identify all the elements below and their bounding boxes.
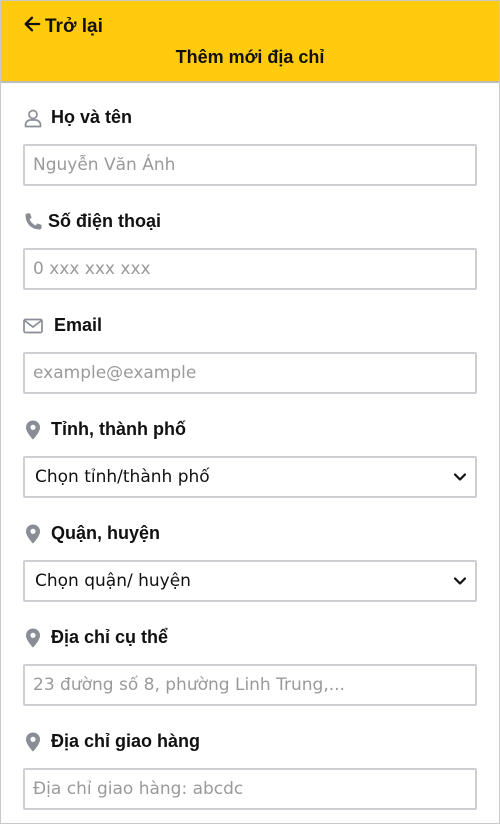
- email-label-text: Email: [54, 315, 103, 335]
- shipping-placeholder: Địa chỉ giao hàng: abcdc: [33, 779, 244, 799]
- phone-label: Số điện thoại: [23, 211, 161, 232]
- shipping-field-group: Địa chỉ giao hàng Địa chỉ giao hàng: abc…: [23, 707, 477, 811]
- shipping-address-input[interactable]: Địa chỉ giao hàng: abcdc: [23, 768, 477, 810]
- page-title: Thêm mới địa chỉ: [175, 47, 325, 67]
- name-placeholder: Nguyễn Văn Ánh: [33, 155, 176, 175]
- arrow-left-icon: [23, 15, 41, 39]
- name-input[interactable]: Nguyễn Văn Ánh: [23, 144, 477, 186]
- district-label-text: Quận, huyện: [51, 523, 161, 543]
- app-frame: Trở lại Thêm mới địa chỉ Họ và tên Nguyễ…: [0, 0, 500, 824]
- province-field-group: Tỉnh, thành phố Chọn tỉnh/thành phố: [23, 395, 477, 499]
- email-input[interactable]: example@example: [23, 352, 477, 394]
- address-form: Họ và tên Nguyễn Văn Ánh Số điện thoại 0…: [1, 83, 499, 811]
- user-icon: [23, 108, 43, 128]
- map-marker-icon: [23, 732, 43, 752]
- chevron-down-icon: [453, 577, 467, 585]
- phone-icon: [23, 212, 43, 232]
- email-label: Email: [23, 315, 102, 336]
- back-button[interactable]: Trở lại: [23, 15, 103, 39]
- name-label-text: Họ và tên: [51, 107, 133, 127]
- province-label: Tỉnh, thành phố: [23, 419, 186, 440]
- phone-field-group: Số điện thoại 0 xxx xxx xxx: [23, 187, 477, 291]
- province-select[interactable]: Chọn tỉnh/thành phố: [23, 456, 477, 498]
- chevron-down-icon: [453, 473, 467, 481]
- province-label-text: Tỉnh, thành phố: [51, 419, 186, 439]
- province-selected-value: Chọn tỉnh/thành phố: [35, 467, 210, 487]
- map-marker-icon: [23, 628, 43, 648]
- district-label: Quận, huyện: [23, 523, 160, 544]
- shipping-label: Địa chỉ giao hàng: [23, 731, 200, 752]
- email-field-group: Email example@example: [23, 291, 477, 395]
- shipping-label-text: Địa chỉ giao hàng: [51, 731, 201, 751]
- email-placeholder: example@example: [33, 363, 197, 383]
- address-field-group: Địa chỉ cụ thể 23 đường số 8, phường Lin…: [23, 603, 477, 707]
- phone-placeholder: 0 xxx xxx xxx: [33, 259, 151, 279]
- envelope-icon: [23, 316, 43, 336]
- back-label: Trở lại: [45, 16, 103, 37]
- header-bar: Trở lại Thêm mới địa chỉ: [1, 1, 499, 83]
- district-selected-value: Chọn quận/ huyện: [35, 571, 191, 591]
- address-label-text: Địa chỉ cụ thể: [51, 627, 169, 647]
- address-input[interactable]: 23 đường số 8, phường Linh Trung,...: [23, 664, 477, 706]
- address-placeholder: 23 đường số 8, phường Linh Trung,...: [33, 675, 345, 695]
- district-field-group: Quận, huyện Chọn quận/ huyện: [23, 499, 477, 603]
- district-select[interactable]: Chọn quận/ huyện: [23, 560, 477, 602]
- phone-label-text: Số điện thoại: [48, 211, 162, 231]
- phone-input[interactable]: 0 xxx xxx xxx: [23, 248, 477, 290]
- name-field-group: Họ và tên Nguyễn Văn Ánh: [23, 83, 477, 187]
- name-label: Họ và tên: [23, 107, 132, 128]
- address-label: Địa chỉ cụ thể: [23, 627, 168, 648]
- map-marker-icon: [23, 524, 43, 544]
- map-marker-icon: [23, 420, 43, 440]
